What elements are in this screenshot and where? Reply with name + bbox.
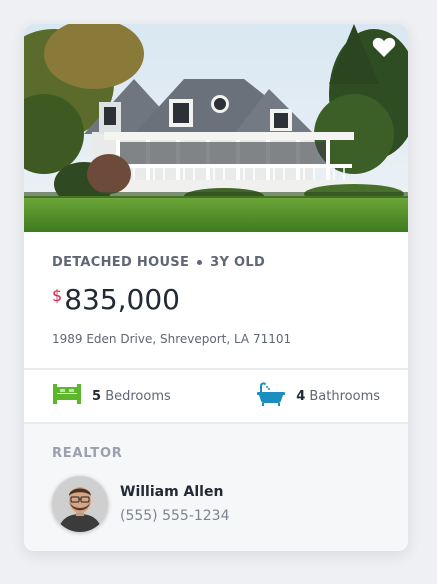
listing-price: $ 835,000 bbox=[52, 284, 388, 316]
listing-card[interactable]: DETACHED HOUSE 3Y OLD $ 835,000 1989 Ede… bbox=[24, 24, 408, 551]
bathtub-icon bbox=[256, 382, 286, 410]
features-row: 5 Bedrooms 4 Bathrooms bbox=[24, 370, 408, 422]
separator-dot bbox=[197, 259, 203, 265]
realtor-phone[interactable]: (555) 555-1234 bbox=[120, 508, 230, 524]
realtor-name: William Allen bbox=[120, 484, 224, 500]
listing-info: DETACHED HOUSE 3Y OLD $ 835,000 1989 Ede… bbox=[52, 254, 388, 347]
price-amount: 835,000 bbox=[64, 283, 180, 316]
listing-meta: DETACHED HOUSE 3Y OLD bbox=[52, 254, 388, 270]
property-type: DETACHED HOUSE bbox=[52, 254, 190, 270]
bathrooms-feature: 4 Bathrooms bbox=[256, 382, 380, 410]
bedrooms-count: 5 bbox=[92, 388, 102, 404]
realtor-label: REALTOR bbox=[52, 446, 123, 461]
realtor-section: REALTOR William Allen (555) 555-1234 bbox=[24, 424, 408, 551]
property-age: 3Y OLD bbox=[210, 254, 266, 270]
avatar[interactable] bbox=[52, 476, 108, 532]
bedrooms-label: Bedrooms bbox=[105, 388, 171, 404]
currency-symbol: $ bbox=[52, 286, 63, 305]
bathrooms-count: 4 bbox=[296, 388, 306, 404]
listing-address: 1989 Eden Drive, Shreveport, LA 71101 bbox=[52, 332, 292, 346]
favorite-heart-icon[interactable] bbox=[372, 36, 396, 58]
bedrooms-feature: 5 Bedrooms bbox=[52, 383, 171, 409]
bathrooms-label: Bathrooms bbox=[309, 388, 380, 404]
bed-icon bbox=[52, 383, 82, 409]
house-photo bbox=[24, 24, 408, 232]
